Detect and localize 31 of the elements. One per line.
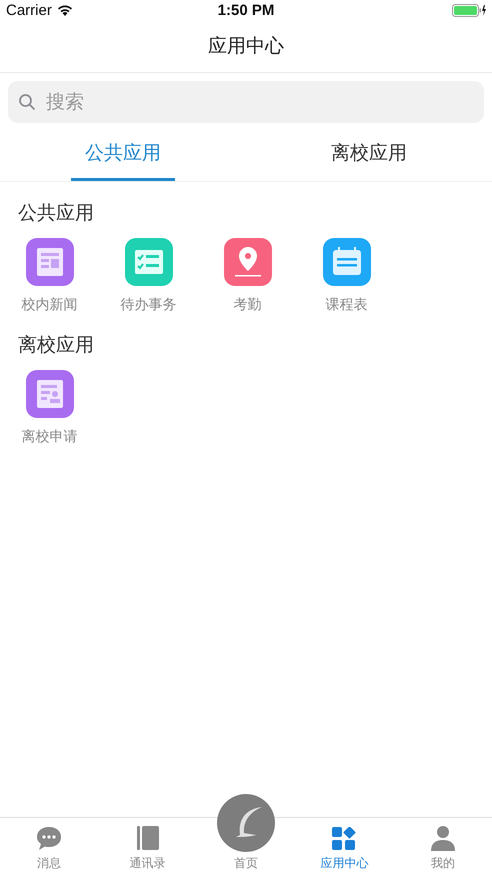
chat-bubble-icon xyxy=(36,825,62,851)
document-icon[interactable] xyxy=(26,370,74,418)
status-time: 1:50 PM xyxy=(218,2,274,18)
page-title: 应用中心 xyxy=(208,34,284,59)
section-heading: 离校应用 xyxy=(17,333,95,358)
app-label: 离校申请 xyxy=(22,428,78,446)
app-label: 课程表 xyxy=(326,296,368,314)
wifi-icon xyxy=(56,4,73,16)
book-icon xyxy=(136,825,159,851)
tab-bar-item[interactable]: 通讯录 xyxy=(98,818,197,874)
segment-tab[interactable]: 离校应用 xyxy=(317,136,421,181)
section-heading: 公共应用 xyxy=(17,201,95,226)
tab-bar-item[interactable]: 首页 xyxy=(196,792,296,874)
search-input[interactable]: 搜索 xyxy=(44,90,474,114)
battery-icon xyxy=(452,4,486,16)
location-pin-icon[interactable] xyxy=(224,238,272,286)
app-label: 待办事务 xyxy=(120,296,176,314)
search-field[interactable]: 搜索 xyxy=(8,81,484,123)
calendar-icon[interactable] xyxy=(322,238,370,286)
person-icon xyxy=(430,825,455,851)
app-label: 校内新闻 xyxy=(22,296,78,314)
segment-tab[interactable]: 公共应用 xyxy=(71,136,175,181)
tab-bar-item[interactable]: 应用中心 xyxy=(295,818,394,874)
search-icon xyxy=(18,93,36,111)
carrier-label: Carrier xyxy=(6,2,52,18)
newspaper-icon[interactable] xyxy=(26,238,74,286)
grid-icon xyxy=(332,827,356,851)
checklist-icon[interactable] xyxy=(124,238,172,286)
tab-bar-item[interactable]: 消息 xyxy=(0,818,98,874)
app-label: 考勤 xyxy=(234,296,262,314)
tab-bar-item[interactable]: 我的 xyxy=(394,818,492,874)
